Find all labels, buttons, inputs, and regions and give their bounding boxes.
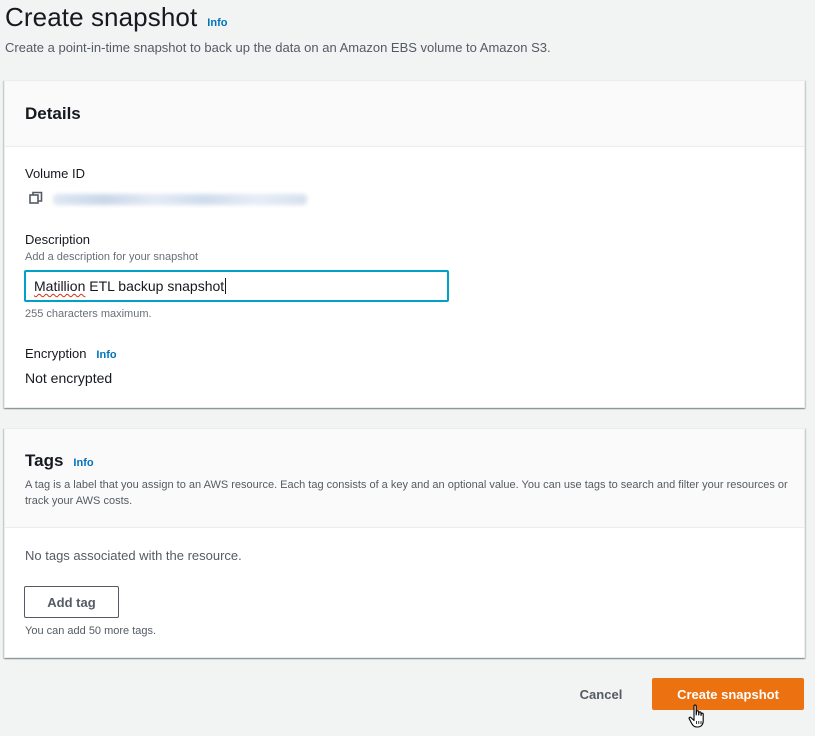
page-info-link[interactable]: Info — [207, 17, 227, 29]
tags-description: A tag is a label that you assign to an A… — [25, 479, 788, 507]
page-description: Create a point-in-time snapshot to back … — [5, 40, 551, 55]
create-snapshot-button[interactable]: Create snapshot — [652, 678, 804, 710]
encryption-value: Not encrypted — [25, 370, 113, 386]
create-snapshot-page: Create snapshot Info Create a point-in-t… — [0, 0, 815, 736]
hand-pointer-cursor-icon — [688, 704, 704, 728]
add-tag-button[interactable]: Add tag — [24, 586, 119, 618]
volume-id-label: Volume ID — [25, 166, 85, 181]
tags-empty-text: No tags associated with the resource. — [25, 548, 242, 563]
tags-info-link[interactable]: Info — [73, 457, 93, 469]
encryption-info-link[interactable]: Info — [96, 349, 116, 361]
tags-title: Tags — [25, 451, 64, 470]
cancel-button[interactable]: Cancel — [562, 678, 640, 710]
description-label: Description — [25, 232, 91, 247]
details-panel: Details Volume ID Description Add a desc… — [4, 80, 805, 408]
description-input[interactable]: Matillion ETL backup snapshot — [24, 270, 449, 302]
description-hint: Add a description for your snapshot — [25, 251, 199, 263]
tags-panel-header: Tags Info A tag is a label that you assi… — [5, 429, 804, 528]
encryption-label-row: Encryption Info — [25, 346, 117, 361]
page-header: Create snapshot Info — [5, 2, 227, 33]
copy-icon[interactable] — [29, 191, 43, 205]
text-caret — [225, 278, 227, 294]
tags-panel: Tags Info A tag is a label that you assi… — [4, 428, 805, 658]
description-input-misspelled-word: Matillion — [34, 278, 86, 294]
description-constraint: 255 characters maximum. — [25, 308, 152, 320]
details-title: Details — [25, 103, 81, 123]
page-title: Create snapshot — [5, 2, 198, 32]
details-panel-header: Details — [5, 81, 804, 147]
description-input-value: ETL backup snapshot — [85, 278, 225, 294]
encryption-label: Encryption — [25, 346, 87, 361]
tags-remaining-text: You can add 50 more tags. — [25, 625, 157, 637]
volume-id-value-redacted — [53, 194, 307, 205]
